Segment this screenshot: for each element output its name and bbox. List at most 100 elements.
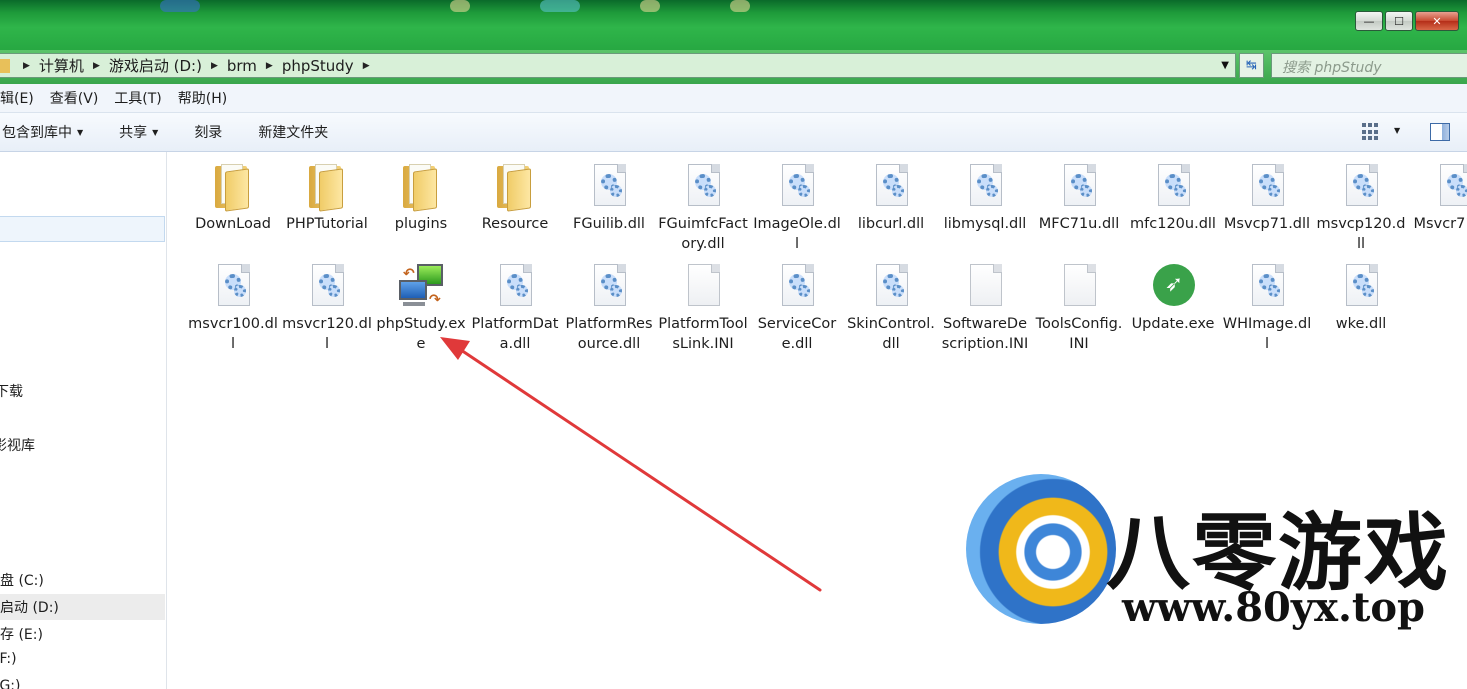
breadcrumb-item-brm[interactable]: brm (227, 57, 257, 75)
breadcrumb-item-drive-d[interactable]: 游戏启动 (D:) (109, 55, 202, 76)
maximize-button[interactable]: ☐ (1385, 11, 1413, 31)
burn-button[interactable]: 刻录 (194, 122, 222, 142)
menu-item-help[interactable]: 帮助(H) (178, 88, 227, 108)
file-item-imageole-dll[interactable]: ImageOle.dll (750, 162, 844, 254)
file-item-fguimfcfactory-dll[interactable]: FGuimfcFactory.dll (656, 162, 750, 254)
file-item-skincontrol-dll[interactable]: SkinControl.dll (844, 262, 938, 354)
nav-item-drive-f[interactable]: (F:) (0, 651, 17, 667)
file-item-update-exe[interactable]: ➶ Update.exe (1126, 262, 1220, 334)
file-item-toolsconfig-ini[interactable]: ToolsConfig.INI (1032, 262, 1126, 354)
file-item-mfc71u-dll[interactable]: MFC71u.dll (1032, 162, 1126, 234)
dll-icon (1055, 162, 1103, 210)
nav-item-drive-g[interactable]: (G:) (0, 678, 21, 689)
dll-icon (303, 262, 351, 310)
preview-pane-icon[interactable] (1430, 123, 1450, 141)
view-options-dropdown-icon[interactable]: ▼ (1394, 126, 1400, 135)
file-item-plugins[interactable]: plugins (374, 162, 468, 234)
share-button[interactable]: 共享 ▼ (119, 122, 158, 142)
nav-item-video-library[interactable]: 影视库 (0, 435, 35, 455)
file-item-msvcr100-dll[interactable]: msvcr100.dll (186, 262, 280, 354)
command-bar: 包含到库中 ▼ 共享 ▼ 刻录 新建文件夹 ▼ (0, 113, 1467, 152)
file-item-msvcp71-dll[interactable]: Msvcp71.dll (1220, 162, 1314, 234)
minimize-button[interactable]: — (1355, 11, 1383, 31)
dll-icon (773, 262, 821, 310)
menu-item-tools[interactable]: 工具(T) (114, 88, 161, 108)
file-name: phpStudy.exe (376, 316, 466, 352)
file-item-platformdata-dll[interactable]: PlatformData.dll (468, 262, 562, 354)
chevron-right-icon[interactable]: ▶ (93, 61, 100, 71)
file-name: PlatformResource.dll (565, 316, 653, 352)
address-history-dropdown-icon[interactable]: ▼ (1221, 60, 1229, 71)
folder-icon (0, 58, 10, 73)
file-item-phptutorial[interactable]: PHPTutorial (280, 162, 374, 234)
refresh-button[interactable]: ↹ (1239, 53, 1264, 78)
file-name: Msvcp71.dll (1223, 216, 1311, 232)
file-name: SoftwareDescription.INI (941, 316, 1029, 352)
file-item-resource[interactable]: Resource (468, 162, 562, 234)
file-name: FGuimfcFactory.dll (658, 216, 748, 252)
file-name: Resource (481, 216, 549, 232)
file-item-platformresource-dll[interactable]: PlatformResource.dll (562, 262, 656, 354)
dll-icon (1243, 262, 1291, 310)
dll-icon (209, 262, 257, 310)
blurred-taskbar-icon (640, 0, 660, 12)
file-item-platformtoolslink-ini[interactable]: PlatformToolsLink.INI (656, 262, 750, 354)
dll-icon (867, 162, 915, 210)
navigation-pane[interactable]: 下载 影视库 磁盘 (C:) 游戏启动 (D:) 储存 (E:) (F:) (G… (0, 152, 167, 689)
include-in-library-button[interactable]: 包含到库中 ▼ (2, 122, 83, 142)
chevron-right-icon[interactable]: ▶ (266, 61, 273, 71)
file-item-softwaredescription-ini[interactable]: SoftwareDescription.INI (938, 262, 1032, 354)
file-item-whimage-dll[interactable]: WHImage.dll (1220, 262, 1314, 354)
nav-item-downloads[interactable]: 下载 (0, 381, 23, 401)
address-bar[interactable]: ▶ 计算机 ▶ 游戏启动 (D:) ▶ brm ▶ phpStudy ▶ ▼ (0, 53, 1236, 78)
file-item-wke-dll[interactable]: wke.dll (1314, 262, 1408, 334)
ini-file-icon (961, 262, 1009, 310)
file-item-libmysql-dll[interactable]: libmysql.dll (938, 162, 1032, 234)
file-name: libmysql.dll (943, 216, 1027, 232)
file-name: msvcr120.dll (282, 316, 372, 352)
new-folder-button[interactable]: 新建文件夹 (258, 122, 328, 142)
file-item-msvcr71-dll[interactable]: Msvcr71.dll (1408, 162, 1467, 234)
window-title-bar[interactable]: — ☐ ✕ (0, 0, 1467, 50)
file-item-libcurl-dll[interactable]: libcurl.dll (844, 162, 938, 234)
dll-icon (679, 162, 727, 210)
address-bar-row: ▶ 计算机 ▶ 游戏启动 (D:) ▶ brm ▶ phpStudy ▶ ▼ ↹… (0, 50, 1467, 84)
chevron-right-icon[interactable]: ▶ (23, 61, 30, 71)
breadcrumb-item-phpstudy[interactable]: phpStudy (282, 57, 354, 75)
file-name: msvcp120.dll (1316, 216, 1406, 252)
folder-icon (397, 162, 445, 212)
chevron-right-icon[interactable]: ▶ (211, 61, 218, 71)
file-name: mfc120u.dll (1130, 216, 1216, 232)
file-item-fguilib-dll[interactable]: FGuilib.dll (562, 162, 656, 234)
file-item-phpstudy-exe[interactable]: ↶ ↷ phpStudy.exe (374, 262, 468, 354)
nav-item-drive-e[interactable]: 储存 (E:) (0, 624, 43, 644)
blurred-taskbar-icon (160, 0, 200, 12)
maximize-icon: ☐ (1394, 14, 1404, 28)
chevron-right-icon[interactable]: ▶ (363, 61, 370, 71)
file-item-mfc120u-dll[interactable]: mfc120u.dll (1126, 162, 1220, 234)
file-item-msvcp120-dll[interactable]: msvcp120.dll (1314, 162, 1408, 254)
minimize-icon: — (1363, 14, 1375, 28)
file-item-msvcr120-dll[interactable]: msvcr120.dll (280, 262, 374, 354)
menu-item-edit[interactable]: 编辑(E) (0, 88, 34, 108)
new-folder-label: 新建文件夹 (258, 125, 329, 141)
close-button[interactable]: ✕ (1415, 11, 1459, 31)
nav-item-drive-c[interactable]: 磁盘 (C:) (0, 570, 44, 590)
dll-icon (1337, 162, 1385, 210)
file-name: SkinControl.dll (847, 316, 935, 352)
file-item-servicecore-dll[interactable]: ServiceCore.dll (750, 262, 844, 354)
search-input[interactable]: 搜索 phpStudy (1271, 53, 1467, 78)
menu-item-view[interactable]: 查看(V) (50, 88, 99, 108)
refresh-icon: ↹ (1246, 58, 1257, 73)
ini-file-icon (1055, 262, 1103, 310)
folder-icon (303, 162, 351, 212)
nav-item-drive-d[interactable]: 游戏启动 (D:) (0, 597, 59, 617)
file-item-download[interactable]: DownLoad (186, 162, 280, 234)
breadcrumb: ▶ 计算机 ▶ 游戏启动 (D:) ▶ brm ▶ phpStudy ▶ (14, 55, 379, 76)
nav-hover-row[interactable] (0, 216, 165, 242)
close-icon: ✕ (1432, 14, 1442, 28)
file-name: wke.dll (1335, 316, 1387, 332)
file-name: PlatformData.dll (471, 316, 559, 352)
breadcrumb-item-computer[interactable]: 计算机 (39, 55, 84, 76)
view-options-icon[interactable] (1362, 123, 1380, 141)
